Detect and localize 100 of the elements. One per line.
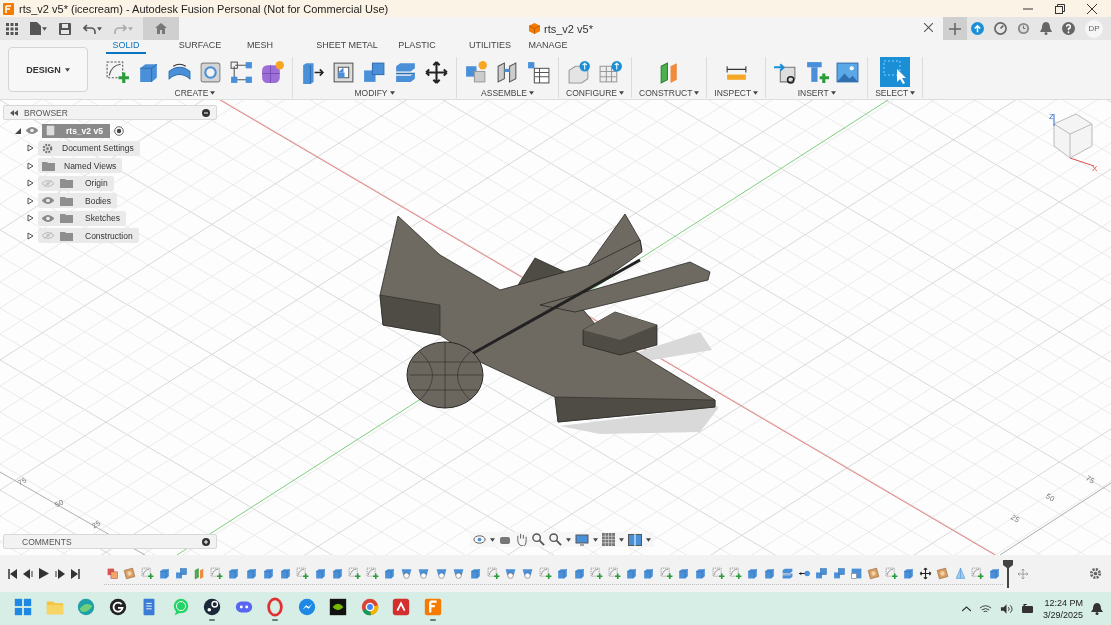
sketch-icon[interactable]: [348, 566, 362, 580]
upload-icon[interactable]: [971, 22, 984, 35]
bolt-icon[interactable]: [804, 59, 830, 85]
g-circle-icon[interactable]: [107, 596, 128, 617]
eye-icon[interactable]: [42, 213, 54, 223]
display-icon[interactable]: [575, 533, 589, 546]
wifi-icon[interactable]: [978, 603, 992, 614]
sketch-icon[interactable]: [296, 566, 310, 580]
configure-icon[interactable]: [567, 59, 592, 85]
cube-icon[interactable]: [988, 566, 1002, 580]
sketch-icon[interactable]: [105, 59, 130, 85]
viewports-icon[interactable]: [628, 533, 642, 546]
tool-group-menu[interactable]: CONSTRUCT: [639, 88, 700, 98]
save-icon[interactable]: [59, 22, 71, 35]
combine-icon[interactable]: [362, 59, 387, 85]
cube-icon[interactable]: [573, 566, 587, 580]
document-tab-title[interactable]: rts_v2 v5*: [544, 22, 593, 35]
chevron-up-icon[interactable]: [961, 605, 971, 612]
eye-icon[interactable]: [42, 196, 54, 206]
workspace-button[interactable]: DESIGN: [8, 47, 88, 92]
sketch-icon[interactable]: [538, 566, 552, 580]
sketch-icon[interactable]: [607, 566, 621, 580]
form-icon[interactable]: [260, 59, 285, 85]
sketch-icon[interactable]: [209, 566, 223, 580]
play-icon[interactable]: [39, 568, 49, 579]
sketch-icon[interactable]: [711, 566, 725, 580]
orbit-icon[interactable]: [473, 533, 486, 546]
battery-icon[interactable]: [1020, 603, 1035, 614]
sketch-icon[interactable]: [365, 566, 379, 580]
cube-icon[interactable]: [763, 566, 777, 580]
loft-icon[interactable]: [434, 566, 448, 580]
loft-icon[interactable]: [452, 566, 466, 580]
gauge-icon[interactable]: [994, 22, 1007, 35]
close-icon[interactable]: [1087, 3, 1097, 14]
plane-icon[interactable]: [192, 566, 206, 580]
timeline-marker[interactable]: [1003, 559, 1014, 588]
cube-icon[interactable]: [694, 566, 708, 580]
toolbar-tab[interactable]: SURFACE: [170, 40, 230, 54]
shell-icon[interactable]: [331, 59, 356, 85]
skip-to-end-icon[interactable]: [71, 568, 80, 579]
tool-group-menu[interactable]: INSERT: [797, 88, 836, 98]
tool-group-menu[interactable]: MODIFY: [354, 88, 395, 98]
ring-icon[interactable]: [265, 596, 285, 617]
shell-body-icon[interactable]: [849, 566, 863, 580]
cube-icon[interactable]: [625, 566, 639, 580]
sketch-icon[interactable]: [590, 566, 604, 580]
pattern-icon[interactable]: [229, 59, 254, 85]
stitch-icon[interactable]: [123, 566, 137, 580]
letter-a-tile-icon[interactable]: [391, 596, 411, 617]
cube-icon[interactable]: [382, 566, 396, 580]
volume-icon[interactable]: [999, 603, 1013, 614]
zoom-icon[interactable]: [532, 533, 545, 546]
sketch-icon[interactable]: [971, 566, 984, 580]
fit-zoom-icon[interactable]: [549, 533, 562, 546]
bell-icon[interactable]: [1040, 22, 1052, 35]
close-tab-icon[interactable]: [924, 23, 933, 32]
notification-bell-icon[interactable]: [1091, 602, 1103, 615]
collapsed-triangle-icon[interactable]: [26, 231, 34, 240]
select-icon[interactable]: [880, 57, 911, 87]
sketch-icon[interactable]: [140, 566, 154, 580]
cube-icon[interactable]: [313, 566, 327, 580]
table-icon[interactable]: [526, 59, 551, 85]
eye-icon[interactable]: [26, 126, 38, 136]
loft-icon[interactable]: [503, 566, 517, 580]
toolbar-tab[interactable]: MESH: [240, 40, 280, 54]
cube-icon[interactable]: [676, 566, 690, 580]
step-back-icon[interactable]: [23, 568, 33, 579]
sketch-icon[interactable]: [659, 566, 673, 580]
cube-icon[interactable]: [642, 566, 656, 580]
loft-icon[interactable]: [521, 566, 535, 580]
undo-icon[interactable]: [83, 23, 96, 34]
cube-icon[interactable]: [555, 566, 569, 580]
hole-icon[interactable]: [198, 59, 223, 85]
clock-date[interactable]: 3/29/2025: [1042, 608, 1083, 621]
sketch-icon[interactable]: [486, 566, 500, 580]
loft-icon[interactable]: [417, 566, 431, 580]
collapsed-triangle-icon[interactable]: [26, 161, 34, 170]
cone-icon[interactable]: [953, 566, 967, 580]
restore-icon[interactable]: [1055, 3, 1065, 14]
cube-icon[interactable]: [469, 566, 483, 580]
toolbar-tab[interactable]: MANAGE: [528, 40, 568, 54]
lightning-bubble-icon[interactable]: [296, 596, 317, 617]
cube-icon[interactable]: [244, 566, 258, 580]
apps-grid-icon[interactable]: [6, 22, 18, 35]
collapse-panel-icon[interactable]: [10, 109, 18, 116]
skip-to-start-icon[interactable]: [8, 568, 17, 579]
collapsed-triangle-icon[interactable]: [26, 179, 34, 188]
collapsed-triangle-icon[interactable]: [26, 144, 34, 153]
tool-group-menu[interactable]: CREATE: [174, 88, 216, 98]
clock-time[interactable]: 12:24 PM: [1044, 596, 1083, 609]
collapsed-triangle-icon[interactable]: [26, 196, 34, 205]
add-comment-icon[interactable]: [202, 537, 210, 546]
collapsed-triangle-icon[interactable]: [26, 214, 34, 223]
windows-start-icon[interactable]: [13, 596, 33, 617]
new-tab-icon[interactable]: [949, 22, 961, 35]
cube-icon[interactable]: [331, 566, 344, 580]
combine-icon[interactable]: [832, 566, 846, 580]
graphics-card-icon[interactable]: [328, 596, 348, 617]
cube-icon[interactable]: [261, 566, 275, 580]
combine-icon[interactable]: [175, 566, 189, 580]
